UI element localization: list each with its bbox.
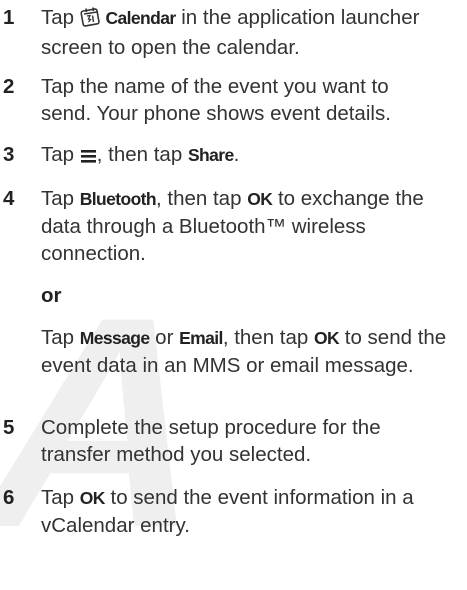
ok-label: OK bbox=[314, 328, 340, 348]
ok-label: OK bbox=[247, 189, 273, 209]
email-label: Email bbox=[179, 328, 223, 348]
step-number: 6 bbox=[3, 486, 15, 509]
step-text: Tap Calendar in the application launcher… bbox=[41, 6, 420, 59]
step-text: Tap the name of the event you want to se… bbox=[41, 75, 391, 125]
step-text: Tap Bluetooth, then tap OK to exchange t… bbox=[41, 185, 465, 379]
calendar-label: Calendar bbox=[105, 8, 176, 28]
step-text: Complete the setup procedure for the tra… bbox=[41, 416, 381, 466]
ok-label: OK bbox=[79, 488, 106, 508]
menu-icon bbox=[80, 144, 97, 171]
message-label: Message bbox=[79, 328, 150, 348]
step-number: 4 bbox=[3, 187, 15, 210]
step-number: 1 bbox=[3, 6, 15, 29]
step-number: 2 bbox=[3, 75, 15, 98]
step-number: 3 bbox=[3, 143, 15, 166]
bluetooth-label: Bluetooth bbox=[79, 189, 157, 209]
calendar-icon bbox=[80, 7, 100, 34]
share-label: Share bbox=[187, 145, 234, 165]
step-text: Tap , then tap Share. bbox=[41, 141, 465, 171]
step-text: Tap OK to send the event information in … bbox=[41, 486, 414, 537]
step-number: 5 bbox=[3, 416, 15, 439]
or-separator: or bbox=[41, 284, 62, 307]
